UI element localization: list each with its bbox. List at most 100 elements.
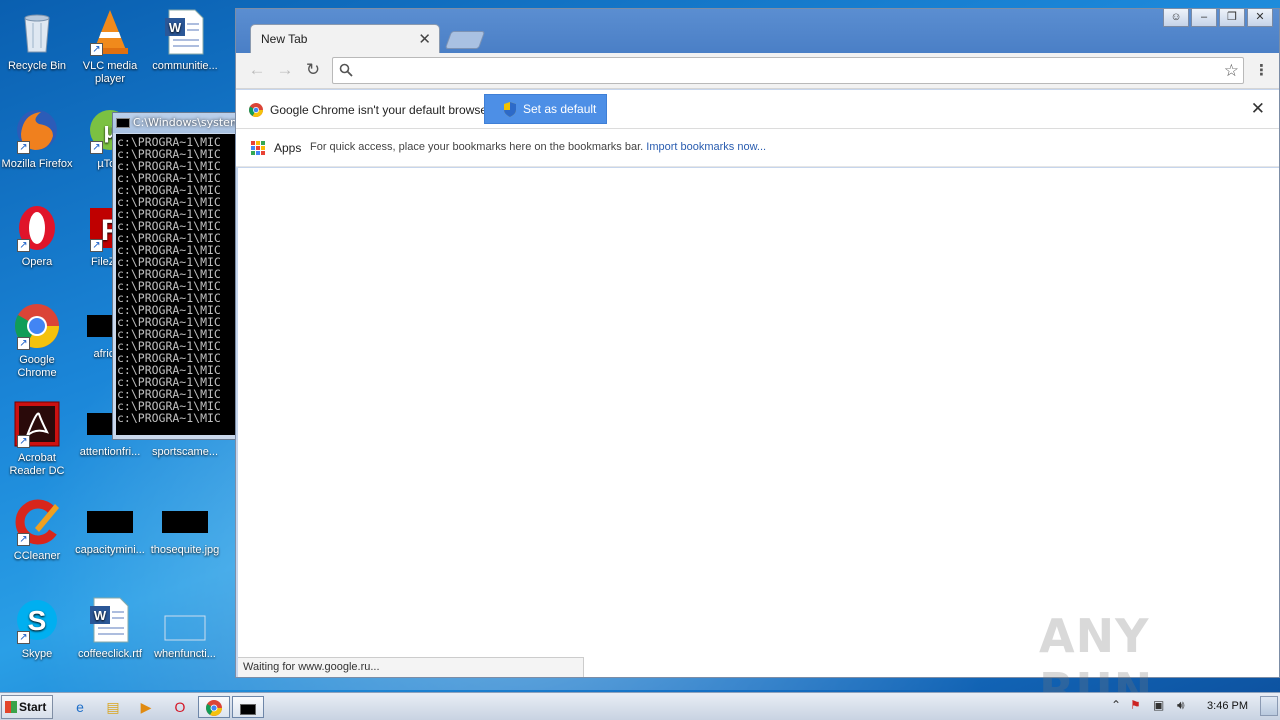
- svg-text:S: S: [28, 605, 47, 636]
- tab-close-icon[interactable]: ✕: [418, 30, 431, 48]
- back-arrow-icon[interactable]: ←: [246, 60, 268, 82]
- omnibox[interactable]: ☆: [332, 57, 1244, 84]
- infobar-message: Google Chrome isn't your default browser…: [270, 103, 494, 117]
- desktop-icon-label: communitie...: [152, 60, 218, 72]
- tray-expand-icon[interactable]: ⌃: [1111, 698, 1121, 712]
- ccleaner-icon: ↗: [13, 498, 61, 546]
- action-center-icon[interactable]: ⚑: [1130, 698, 1141, 712]
- firefox-icon: ↗: [13, 106, 61, 154]
- network-icon[interactable]: ▣: [1153, 698, 1164, 712]
- opera-icon: ↗: [13, 204, 61, 252]
- shortcut-arrow-icon: ↗: [90, 141, 103, 154]
- apps-shortcut[interactable]: Apps: [274, 141, 301, 155]
- word-document-icon: W: [161, 8, 209, 56]
- desktop-icon-label: Acrobat Reader DC: [9, 452, 65, 477]
- desktop-icon-label: coffeeclick.rtf: [78, 648, 142, 660]
- desktop-icon-whenfuncti[interactable]: whenfuncti...: [148, 596, 222, 661]
- desktop-icon-firefox[interactable]: ↗ Mozilla Firefox: [0, 106, 74, 171]
- forward-arrow-icon[interactable]: →: [274, 60, 296, 82]
- maximize-button[interactable]: ❐: [1219, 9, 1245, 27]
- shortcut-arrow-icon: ↗: [90, 43, 103, 56]
- cmd-output: c:\PROGRA~1\MIC c:\PROGRA~1\MIC c:\PROGRA~…: [116, 134, 241, 435]
- file-thumbnail: [162, 511, 208, 533]
- set-as-default-label: Set as default: [523, 102, 597, 116]
- address-input[interactable]: [359, 61, 1209, 81]
- default-browser-infobar: Google Chrome isn't your default browser…: [236, 90, 1279, 129]
- shortcut-arrow-icon: ↗: [17, 337, 30, 350]
- desktop-icon-communitie[interactable]: W communitie...: [148, 8, 222, 73]
- desktop-icon-label: Opera: [21, 256, 53, 268]
- status-bubble: Waiting for www.google.ru...: [238, 657, 584, 677]
- menu-dots-icon[interactable]: ⋮: [1254, 61, 1269, 79]
- desktop-icon-vlc[interactable]: ↗ VLC media player: [73, 8, 147, 86]
- desktop-icon-google-chrome[interactable]: ↗ Google Chrome: [0, 302, 74, 380]
- desktop-icon-recycle-bin[interactable]: Recycle Bin: [0, 8, 74, 73]
- desktop-icon-label: Mozilla Firefox: [1, 158, 73, 170]
- desktop-icon-label: VLC media player: [82, 60, 138, 85]
- chrome-logo-icon: [249, 103, 263, 117]
- tab-new-tab[interactable]: New Tab ✕: [250, 24, 440, 54]
- tab-strip: New Tab ✕ ☺ – ❐ ✕: [236, 9, 1279, 54]
- desktop-icon-label: attentionfri...: [79, 446, 141, 458]
- chrome-taskbar-icon[interactable]: [198, 696, 230, 718]
- chrome-window[interactable]: New Tab ✕ ☺ – ❐ ✕ ← → ↻ ☆ ⋮ Google Chrom…: [235, 8, 1280, 717]
- show-desktop-button[interactable]: [1260, 696, 1278, 716]
- desktop-icon-label: Recycle Bin: [7, 60, 67, 72]
- desktop-icon-ccleaner[interactable]: ↗ CCleaner: [0, 498, 74, 563]
- desktop-icon-label: whenfuncti...: [154, 648, 216, 660]
- cmd-window[interactable]: C:\Windows\system32\cmd.exe c:\PROGRA~1\…: [112, 112, 242, 440]
- desktop-icon-capacitymini[interactable]: capacitymini...: [73, 498, 147, 557]
- desktop-icon-opera[interactable]: ↗ Opera: [0, 204, 74, 269]
- desktop-icon-skype[interactable]: S ↗ Skype: [0, 596, 74, 661]
- desktop-icon-label: sportscame...: [151, 446, 219, 458]
- file-explorer-icon[interactable]: ▤: [97, 696, 129, 718]
- cmd-icon: [116, 118, 130, 128]
- vlc-icon: ↗: [86, 8, 134, 56]
- opera-taskbar-icon[interactable]: O: [164, 696, 196, 718]
- window-controls: ☺ – ❐ ✕: [1163, 9, 1273, 27]
- tab-title: New Tab: [261, 32, 308, 46]
- set-as-default-button[interactable]: Set as default: [484, 94, 607, 124]
- cmd-titlebar[interactable]: C:\Windows\system32\cmd.exe: [113, 113, 241, 133]
- bookmark-star-icon[interactable]: ☆: [1224, 61, 1239, 81]
- import-bookmarks-link[interactable]: Import bookmarks now...: [646, 141, 766, 153]
- desktop-icon-coffeeclick[interactable]: W coffeeclick.rtf: [73, 596, 147, 661]
- taskbar: Start e ▤ ▶ O ⌃ ⚑ ▣ 🔊︎ 3:46 PM: [0, 692, 1280, 720]
- desktop-icon-label: thosequite.jpg: [150, 544, 220, 556]
- desktop-icon-thosequite[interactable]: thosequite.jpg: [148, 498, 222, 557]
- bookmarks-hint-text: For quick access, place your bookmarks h…: [310, 141, 644, 153]
- apps-grid-icon[interactable]: [251, 141, 265, 155]
- desktop-icon-acrobat[interactable]: ↗ Acrobat Reader DC: [0, 400, 74, 478]
- shortcut-arrow-icon: ↗: [17, 631, 30, 644]
- bookmarks-bar: Apps For quick access, place your bookma…: [236, 129, 1279, 167]
- search-icon: [339, 63, 353, 77]
- profile-icon[interactable]: ☺: [1163, 9, 1189, 27]
- volume-icon[interactable]: 🔊︎: [1177, 698, 1185, 713]
- shortcut-arrow-icon: ↗: [17, 239, 30, 252]
- windows-flag-icon: [5, 701, 17, 713]
- svg-text:W: W: [169, 20, 182, 35]
- svg-text:W: W: [94, 608, 107, 623]
- shortcut-arrow-icon: ↗: [17, 533, 30, 546]
- clock[interactable]: 3:46 PM: [1207, 700, 1248, 712]
- shortcut-arrow-icon: ↗: [90, 239, 103, 252]
- internet-explorer-icon[interactable]: e: [64, 696, 96, 718]
- new-tab-button[interactable]: [444, 31, 486, 49]
- cmd-title-text: C:\Windows\system32\cmd.exe: [133, 116, 241, 129]
- blank-file-icon: [161, 596, 209, 644]
- desktop-icon-label: capacitymini...: [75, 544, 145, 556]
- recycle-bin-icon: [13, 8, 61, 56]
- minimize-button[interactable]: –: [1191, 9, 1217, 27]
- chrome-icon: ↗: [13, 302, 61, 350]
- desktop-icon-label: CCleaner: [13, 550, 61, 562]
- reload-icon[interactable]: ↻: [302, 60, 324, 82]
- infobar-close-icon[interactable]: ✕: [1251, 99, 1265, 119]
- page-content[interactable]: [238, 168, 1279, 677]
- start-label: Start: [19, 700, 47, 714]
- acrobat-icon: ↗: [13, 400, 61, 448]
- close-window-button[interactable]: ✕: [1247, 9, 1273, 27]
- media-player-icon[interactable]: ▶: [130, 696, 162, 718]
- start-button[interactable]: Start: [1, 695, 53, 719]
- cmd-taskbar-icon[interactable]: [232, 696, 264, 718]
- word-document-icon: W: [86, 596, 134, 644]
